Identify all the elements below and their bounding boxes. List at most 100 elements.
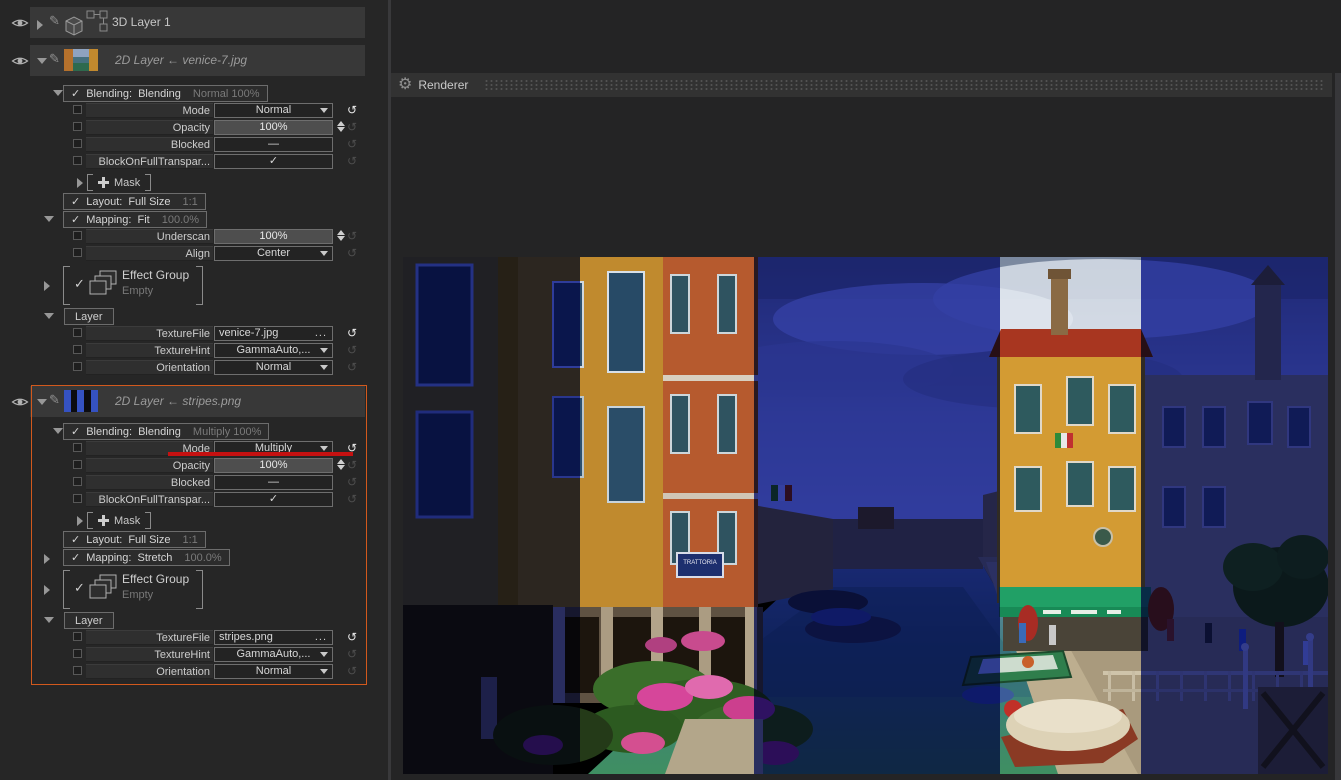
reset-icon[interactable]: ↺ <box>347 663 357 679</box>
texturefile-field[interactable]: stripes.png... <box>214 630 333 645</box>
visibility-eye-icon[interactable] <box>11 17 29 29</box>
checkbox[interactable] <box>73 362 82 371</box>
blending-group-box[interactable]: ✓Blending:BlendingNormal 100% <box>63 85 268 102</box>
add-mask-button[interactable]: Mask <box>87 174 151 191</box>
expander-down-icon[interactable] <box>53 428 63 434</box>
reset-icon[interactable]: ↺ <box>347 629 357 645</box>
reset-icon[interactable]: ↺ <box>347 119 357 135</box>
reset-icon[interactable]: ↺ <box>347 325 357 341</box>
reset-icon[interactable]: ↺ <box>347 359 357 375</box>
layout-group-box[interactable]: ✓Layout:Full Size1:1 <box>63 531 206 548</box>
checkbox[interactable] <box>73 248 82 257</box>
effect-group[interactable]: ✓Effect GroupEmpty <box>0 265 388 305</box>
expander-down-icon[interactable] <box>37 399 47 405</box>
reset-icon[interactable]: ↺ <box>347 491 357 507</box>
texturehint-dropdown[interactable]: GammaAuto,... <box>214 647 333 662</box>
opacity-field[interactable]: 100% <box>214 458 333 473</box>
expander-down-icon[interactable] <box>53 90 63 96</box>
value-text: 100% <box>259 230 287 242</box>
expander-down-icon[interactable] <box>44 313 54 319</box>
mode-dropdown[interactable]: Normal <box>214 103 333 118</box>
browse-button[interactable]: ... <box>315 631 327 644</box>
caret-down-icon <box>320 108 328 113</box>
checkbox[interactable] <box>73 443 82 452</box>
value-spinner[interactable] <box>337 459 345 470</box>
row-label: Opacity <box>86 120 213 135</box>
reset-icon[interactable]: ↺ <box>347 342 357 358</box>
mapping-group-header[interactable]: ✓Mapping:Fit100.0% <box>0 211 388 228</box>
reset-icon[interactable]: ↺ <box>347 153 357 169</box>
checkbox[interactable] <box>73 231 82 240</box>
expander-down-icon[interactable] <box>44 617 54 623</box>
value-spinner[interactable] <box>337 121 345 132</box>
expander-right-icon[interactable] <box>44 281 50 291</box>
expander-right-icon[interactable] <box>77 178 83 188</box>
texturehint-dropdown[interactable]: GammaAuto,... <box>214 343 333 358</box>
row-label: Mode <box>86 103 213 118</box>
reset-icon[interactable]: ↺ <box>347 474 357 490</box>
layer-title: 2D Layer ← stripes.png <box>115 394 241 408</box>
checkbox[interactable] <box>73 666 82 675</box>
expander-right-icon[interactable] <box>77 516 83 526</box>
checkbox[interactable] <box>73 345 82 354</box>
expander-right-icon[interactable] <box>44 585 50 595</box>
effect-group[interactable]: ✓Effect GroupEmpty <box>0 569 388 609</box>
opacity-field[interactable]: 100% <box>214 120 333 135</box>
layout-group-header[interactable]: ✓Layout:Full Size1:1 <box>0 193 388 210</box>
blending-group-header[interactable]: ✓Blending:BlendingNormal 100% <box>0 85 388 102</box>
expander-down-icon[interactable] <box>44 216 54 222</box>
orientation-row: OrientationNormal↺ <box>0 663 388 680</box>
layer-header-3d[interactable]: ✎ 3D Layer 1 <box>30 7 365 38</box>
layer-section-header[interactable]: Layer <box>0 612 388 629</box>
blending-group-header[interactable]: ✓Blending:BlendingMultiply 100% <box>0 423 388 440</box>
blockonfulltranspar-toggle[interactable]: ✓ <box>214 154 333 169</box>
checkbox[interactable] <box>73 460 82 469</box>
visibility-eye-icon[interactable] <box>11 396 29 408</box>
edit-pencil-icon[interactable]: ✎ <box>49 392 60 408</box>
checkbox[interactable] <box>73 494 82 503</box>
add-mask-button[interactable]: Mask <box>87 512 151 529</box>
reset-icon[interactable]: ↺ <box>347 646 357 662</box>
value-spinner[interactable] <box>337 230 345 241</box>
reset-icon[interactable]: ↺ <box>347 136 357 152</box>
layer-section-header[interactable]: Layer <box>0 308 388 325</box>
underscan-field[interactable]: 100% <box>214 229 333 244</box>
texturefile-field[interactable]: venice-7.jpg... <box>214 326 333 341</box>
reset-icon[interactable]: ↺ <box>347 228 357 244</box>
orientation-dropdown[interactable]: Normal <box>214 360 333 375</box>
layout-group-box[interactable]: ✓Layout:Full Size1:1 <box>63 193 206 210</box>
renderer-header[interactable]: ⚙ Renderer <box>391 73 1332 97</box>
blocked-toggle[interactable]: — <box>214 137 333 152</box>
checkbox[interactable] <box>73 477 82 486</box>
checkbox[interactable] <box>73 632 82 641</box>
vertical-scrollbar[interactable] <box>1335 73 1341 780</box>
reset-icon[interactable]: ↺ <box>347 102 357 118</box>
expander-right-icon[interactable] <box>37 20 43 30</box>
expander-right-icon[interactable] <box>44 554 50 564</box>
blocked-toggle[interactable]: — <box>214 475 333 490</box>
multiply-stripe-band <box>403 257 580 774</box>
checkbox[interactable] <box>73 105 82 114</box>
edit-pencil-icon[interactable]: ✎ <box>49 51 60 67</box>
checkbox[interactable] <box>73 649 82 658</box>
mapping-group-box[interactable]: ✓Mapping:Fit100.0% <box>63 211 207 228</box>
reset-icon[interactable]: ↺ <box>347 245 357 261</box>
layout-group-header[interactable]: ✓Layout:Full Size1:1 <box>0 531 388 548</box>
align-dropdown[interactable]: Center <box>214 246 333 261</box>
browse-button[interactable]: ... <box>315 327 327 340</box>
layer-header-venice[interactable]: ✎ 2D Layer ← venice-7.jpg <box>30 45 365 76</box>
reset-icon[interactable]: ↺ <box>347 457 357 473</box>
mapping-group-box[interactable]: ✓Mapping:Stretch100.0% <box>63 549 230 566</box>
layer-header-stripes[interactable]: ✎ 2D Layer ← stripes.png <box>30 386 365 417</box>
blending-group-box[interactable]: ✓Blending:BlendingMultiply 100% <box>63 423 269 440</box>
checkbox[interactable] <box>73 139 82 148</box>
blockonfulltranspar-toggle[interactable]: ✓ <box>214 492 333 507</box>
checkbox[interactable] <box>73 328 82 337</box>
mapping-group-header[interactable]: ✓Mapping:Stretch100.0% <box>0 549 388 566</box>
expander-down-icon[interactable] <box>37 58 47 64</box>
edit-pencil-icon[interactable]: ✎ <box>49 13 60 29</box>
checkbox[interactable] <box>73 122 82 131</box>
orientation-dropdown[interactable]: Normal <box>214 664 333 679</box>
checkbox[interactable] <box>73 156 82 165</box>
visibility-eye-icon[interactable] <box>11 55 29 67</box>
